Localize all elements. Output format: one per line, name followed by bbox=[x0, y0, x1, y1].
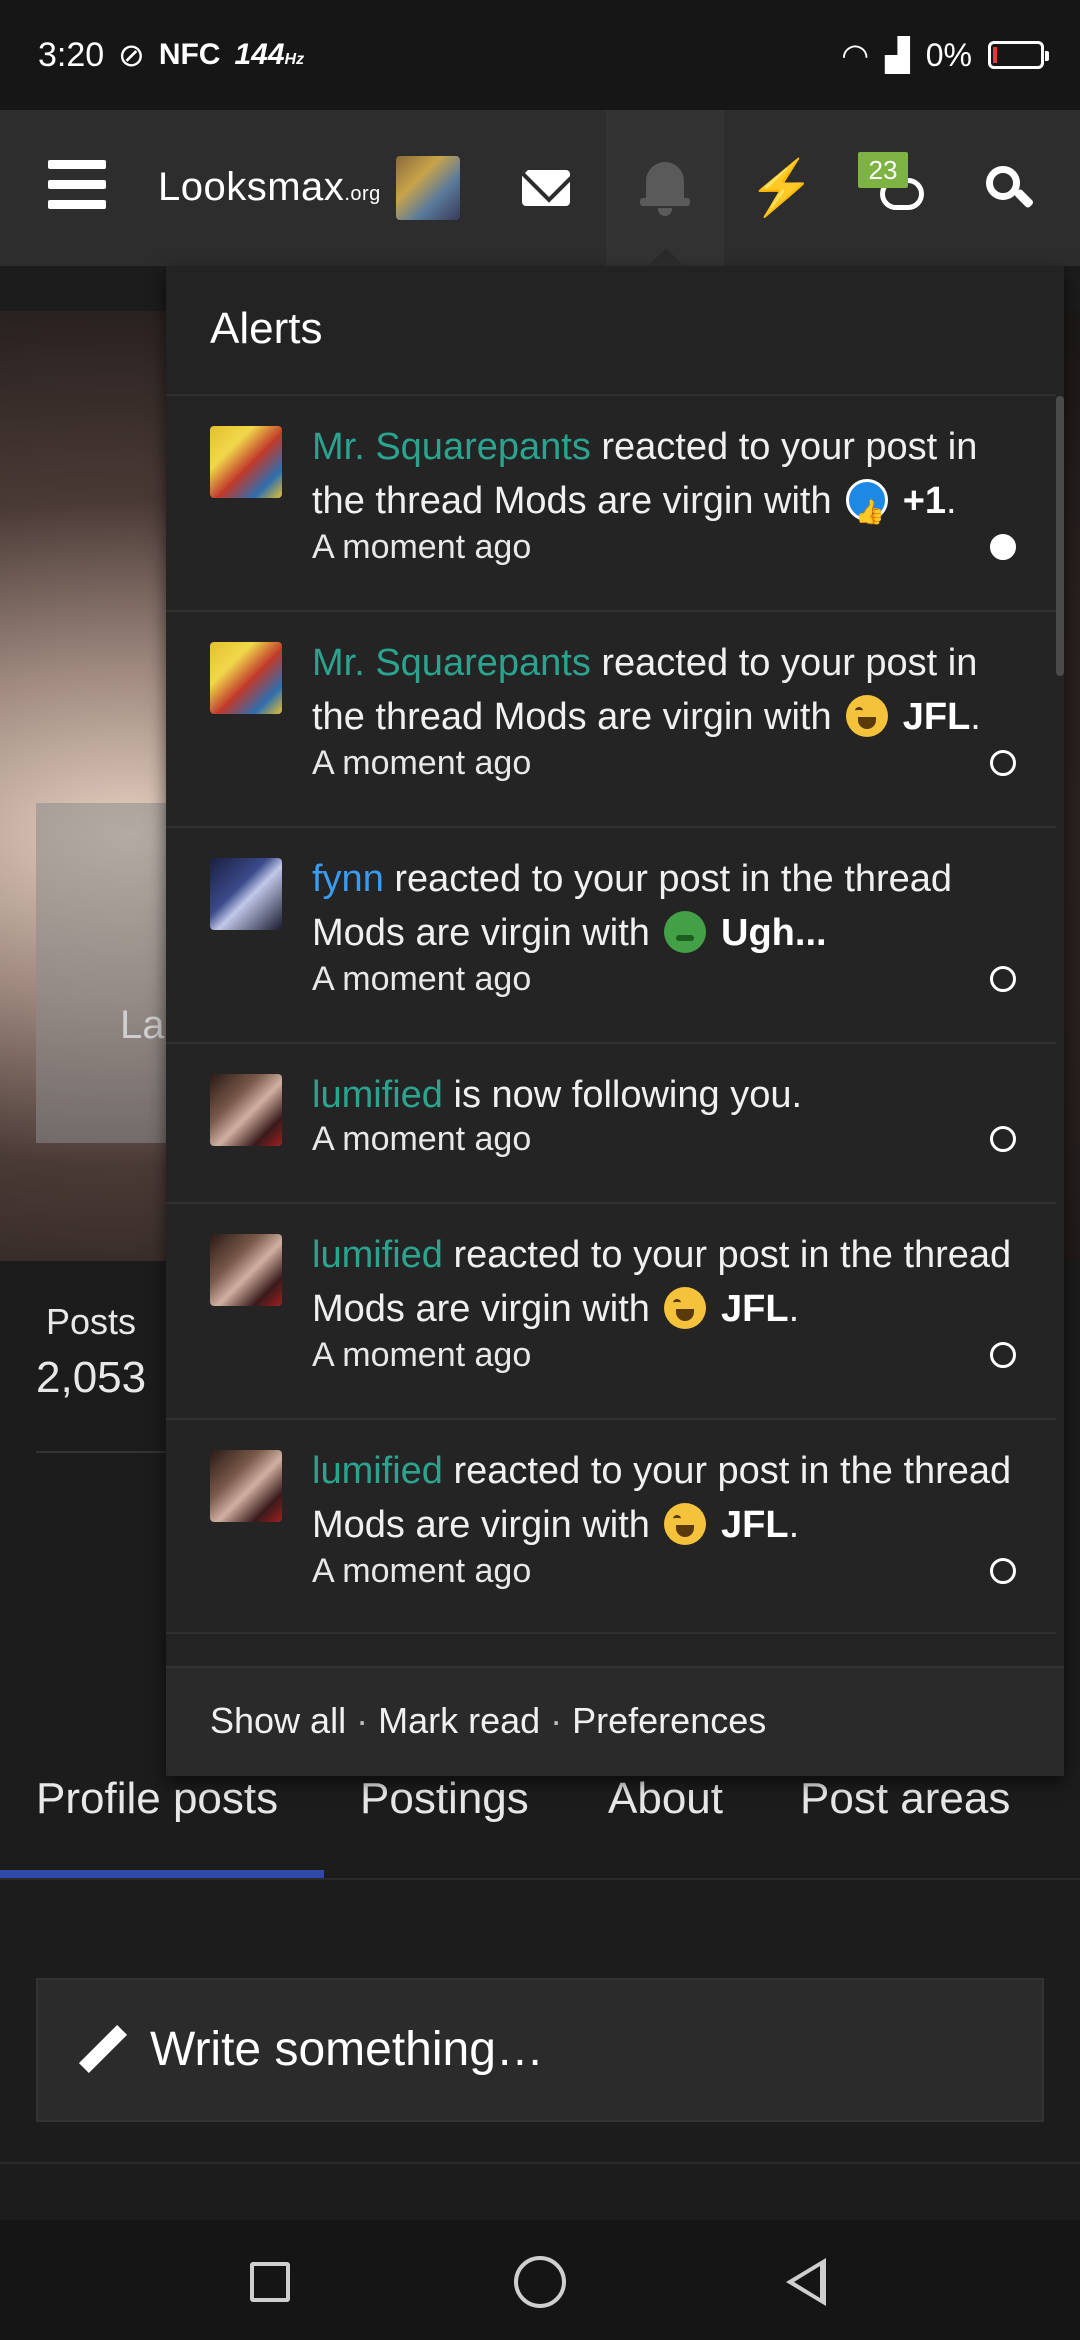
preferences-link[interactable]: Preferences bbox=[572, 1700, 766, 1741]
read-dot[interactable] bbox=[990, 1342, 1016, 1368]
alert-text: Mr. Squarepants reacted to your post in … bbox=[312, 642, 981, 738]
nauseated-icon bbox=[664, 911, 707, 953]
tabs-divider bbox=[0, 1878, 1080, 1880]
pencil-icon bbox=[78, 2024, 128, 2076]
read-dot[interactable] bbox=[990, 1126, 1016, 1152]
battery-icon bbox=[988, 41, 1049, 69]
write-something-input[interactable]: Write something… bbox=[36, 1978, 1044, 2122]
read-dot[interactable] bbox=[990, 966, 1016, 992]
alert-text: Mr. Squarepants reacted to your post in … bbox=[312, 420, 1012, 540]
posts-label: Posts bbox=[46, 1301, 137, 1342]
system-nav-bar bbox=[0, 2220, 1080, 2340]
mail-icon[interactable] bbox=[514, 156, 578, 220]
alert-username[interactable]: Mr. Squarepants bbox=[312, 426, 591, 468]
alerts-tab[interactable] bbox=[606, 110, 724, 266]
alert-avatar[interactable] bbox=[210, 1234, 282, 1306]
recent-apps-icon[interactable] bbox=[250, 2262, 290, 2302]
wifi-icon: ◠ bbox=[841, 37, 870, 73]
alert-list: Mr. Squarepants reacted to your post in … bbox=[166, 394, 1056, 1634]
site-header: Looksmax.org ⚡ 23 bbox=[0, 110, 1080, 266]
conversations-badge: 23 bbox=[858, 152, 908, 188]
dropdown-caret bbox=[648, 248, 684, 266]
alert-time: A moment ago bbox=[312, 528, 532, 566]
alert-username[interactable]: lumified bbox=[312, 1450, 443, 1492]
laughing-crying-icon bbox=[846, 695, 889, 737]
banner-overlay: La bbox=[36, 803, 176, 1143]
alert-time: A moment ago bbox=[312, 960, 532, 998]
alert-item[interactable]: Mr. Squarepants reacted to your post in … bbox=[166, 394, 1056, 610]
site-logo[interactable]: Looksmax.org bbox=[158, 165, 381, 210]
refresh-rate: 144Hz bbox=[234, 38, 305, 71]
write-placeholder: Write something… bbox=[150, 2023, 544, 2076]
nfc-indicator: NFC bbox=[158, 38, 221, 71]
alert-time: A moment ago bbox=[312, 1336, 532, 1374]
battery-percent: 0% bbox=[925, 36, 972, 73]
laughing-crying-icon bbox=[664, 1287, 707, 1329]
alert-item[interactable]: fynn reacted to your post in the thread … bbox=[166, 826, 1056, 1042]
alert-time: A moment ago bbox=[312, 744, 532, 782]
section-divider bbox=[0, 2162, 1080, 2164]
alerts-footer: Show all · Mark read · Preferences bbox=[166, 1666, 1064, 1776]
footer-links: Show all · Mark read · Preferences bbox=[210, 1700, 767, 1741]
alerts-dropdown: Alerts Mr. Squarepants reacted to your p… bbox=[166, 266, 1064, 1776]
show-all-link[interactable]: Show all bbox=[210, 1700, 346, 1741]
alert-text: lumified reacted to your post in the thr… bbox=[312, 1234, 1012, 1330]
mark-read-link[interactable]: Mark read bbox=[378, 1700, 540, 1741]
signal-icon: ▟ bbox=[885, 37, 910, 73]
alert-reaction: +1 bbox=[902, 480, 947, 522]
alert-reaction: Ugh... bbox=[721, 912, 827, 954]
search-icon[interactable] bbox=[976, 156, 1040, 220]
alert-time: A moment ago bbox=[312, 1552, 532, 1590]
tab-profile-posts[interactable]: Profile posts bbox=[36, 1774, 278, 1824]
alert-item[interactable]: Mr. Squarepants reacted to your post in … bbox=[166, 610, 1056, 826]
unread-dot[interactable] bbox=[990, 534, 1016, 560]
status-time: 3:20 bbox=[38, 36, 105, 74]
tab-post-areas[interactable]: Post areas bbox=[800, 1774, 1010, 1824]
alert-time: A moment ago bbox=[312, 1120, 532, 1158]
alert-username[interactable]: fynn bbox=[312, 858, 384, 900]
read-dot[interactable] bbox=[990, 750, 1016, 776]
status-right-icons: ◠ ▟ 0% bbox=[841, 36, 1049, 74]
dropdown-scrollbar[interactable] bbox=[1056, 396, 1064, 676]
bolt-icon[interactable]: ⚡ bbox=[748, 156, 815, 220]
alert-text: fynn reacted to your post in the thread … bbox=[312, 858, 953, 954]
alert-item[interactable]: lumified reacted to your post in the thr… bbox=[166, 1418, 1056, 1634]
status-left-icons: ⊘ NFC 144Hz bbox=[118, 36, 304, 74]
alert-avatar[interactable] bbox=[210, 1074, 282, 1146]
alert-avatar[interactable] bbox=[210, 642, 282, 714]
user-avatar[interactable] bbox=[396, 156, 460, 220]
tab-about[interactable]: About bbox=[608, 1774, 723, 1824]
alert-reaction: JFL bbox=[721, 1504, 789, 1546]
alert-avatar[interactable] bbox=[210, 1450, 282, 1522]
bell-icon bbox=[638, 156, 692, 216]
alert-reaction: JFL bbox=[902, 696, 971, 738]
alert-username[interactable]: Mr. Squarepants bbox=[312, 642, 591, 684]
silent-icon: ⊘ bbox=[118, 37, 145, 73]
alert-text: lumified is now following you. bbox=[312, 1074, 803, 1116]
alert-text: lumified reacted to your post in the thr… bbox=[312, 1450, 1012, 1546]
status-bar: 3:20 ⊘ NFC 144Hz ◠ ▟ 0% bbox=[0, 0, 1080, 110]
posts-count: 2,053 bbox=[36, 1353, 147, 1402]
alert-item[interactable]: lumified is now following you. A moment … bbox=[166, 1042, 1056, 1202]
active-tab-indicator bbox=[0, 1870, 324, 1878]
alert-username[interactable]: lumified bbox=[312, 1074, 443, 1116]
alert-item[interactable]: lumified reacted to your post in the thr… bbox=[166, 1202, 1056, 1418]
laughing-crying-icon bbox=[664, 1503, 707, 1545]
alerts-title: Alerts bbox=[210, 304, 323, 353]
banner-text: La bbox=[120, 1003, 165, 1047]
stats-divider bbox=[36, 1451, 166, 1453]
read-dot[interactable] bbox=[990, 1558, 1016, 1584]
alert-username[interactable]: lumified bbox=[312, 1234, 443, 1276]
thumbs-up-icon bbox=[846, 479, 889, 540]
menu-icon[interactable] bbox=[48, 160, 106, 210]
home-icon[interactable] bbox=[514, 2256, 566, 2308]
alert-avatar[interactable] bbox=[210, 426, 282, 498]
tab-postings[interactable]: Postings bbox=[360, 1774, 529, 1824]
alert-avatar[interactable] bbox=[210, 858, 282, 930]
alert-reaction: JFL bbox=[721, 1288, 789, 1330]
back-icon[interactable] bbox=[786, 2258, 826, 2306]
